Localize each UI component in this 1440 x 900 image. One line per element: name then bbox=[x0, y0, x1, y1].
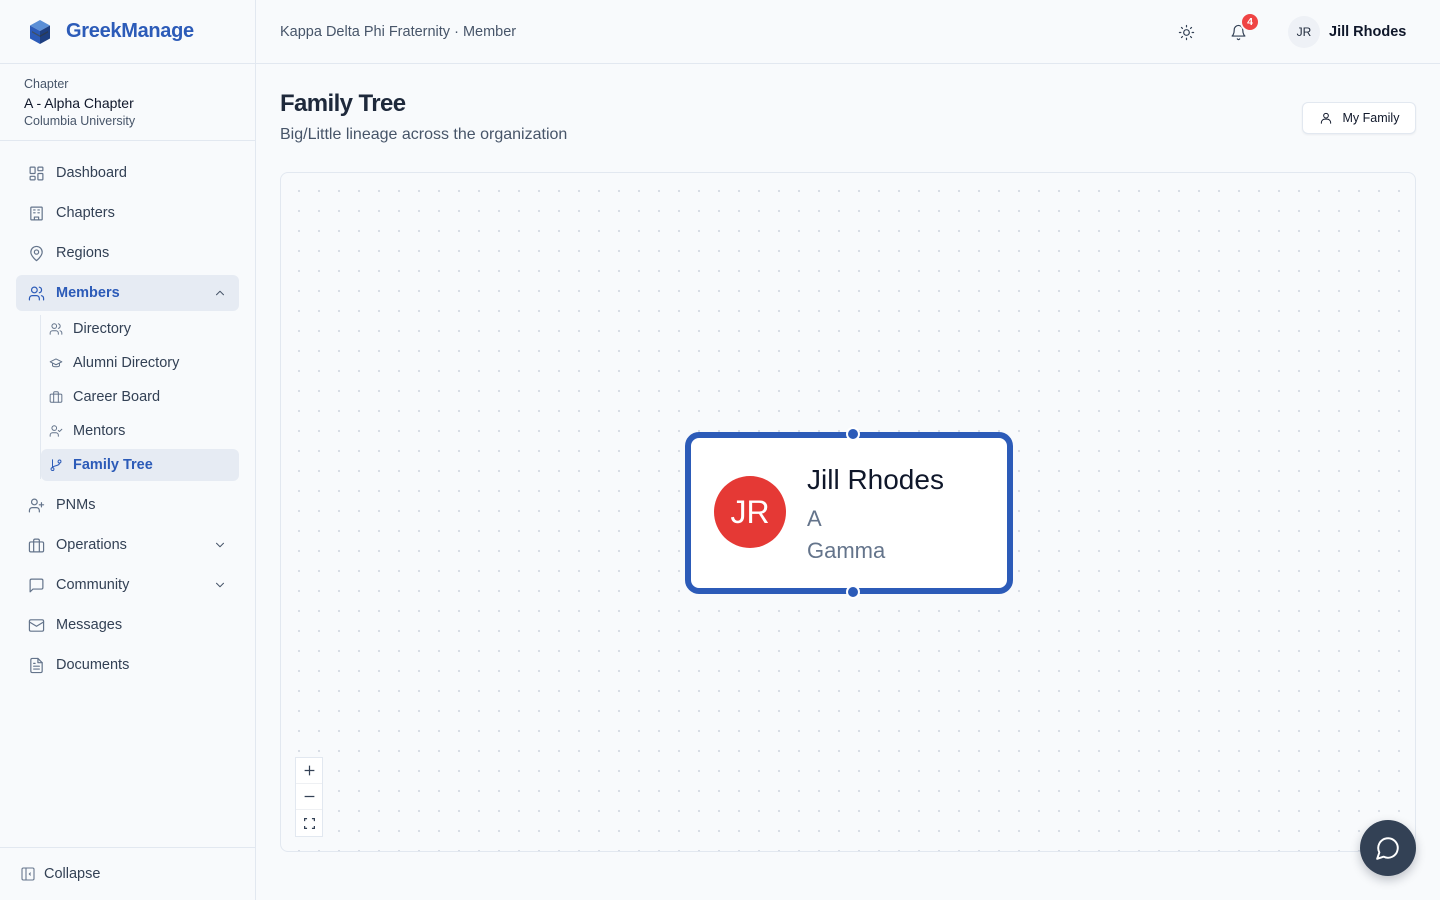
panel-collapse-icon bbox=[21, 867, 35, 881]
node-class: Gamma bbox=[807, 538, 886, 563]
node-avatar: JR bbox=[714, 476, 786, 548]
sidebar-item-label: PNMs bbox=[56, 497, 96, 513]
file-text-icon bbox=[27, 656, 45, 674]
sidebar-item-documents[interactable]: Documents bbox=[16, 647, 239, 683]
node-top-handle[interactable] bbox=[846, 427, 860, 441]
sidebar: GreekManage Chapter A - Alpha Chapter Co… bbox=[0, 0, 256, 900]
users-icon bbox=[27, 284, 45, 302]
fit-view-icon bbox=[303, 817, 315, 829]
graduation-cap-icon bbox=[49, 355, 65, 371]
sidebar-item-regions[interactable]: Regions bbox=[16, 235, 239, 271]
sidebar-item-label: Regions bbox=[56, 245, 110, 261]
node-name: Jill Rhodes bbox=[807, 464, 944, 495]
page-title: Family Tree bbox=[280, 90, 406, 117]
building-icon bbox=[27, 204, 45, 222]
sun-icon bbox=[1178, 24, 1194, 40]
sidebar-item-dashboard[interactable]: Dashboard bbox=[16, 155, 239, 191]
user-plus-icon bbox=[27, 496, 45, 514]
sidebar-nav: Dashboard Chapters Regions Members Direc… bbox=[16, 155, 239, 687]
collapse-label: Collapse bbox=[44, 866, 101, 882]
zoom-in-button[interactable] bbox=[296, 758, 322, 784]
chapter-school: Columbia University bbox=[24, 114, 136, 128]
minus-icon bbox=[304, 795, 314, 798]
sidebar-item-label: Documents bbox=[56, 657, 130, 673]
breadcrumb: Kappa Delta Phi Fraternity · Member bbox=[280, 23, 517, 40]
users-icon bbox=[49, 321, 65, 337]
sidebar-subitem-family-tree[interactable]: Family Tree bbox=[41, 449, 239, 481]
collapse-sidebar-button[interactable]: Collapse bbox=[0, 847, 255, 900]
members-subnav: Directory Alumni Directory Career Board … bbox=[40, 313, 239, 481]
zoom-out-button[interactable] bbox=[296, 784, 322, 810]
sidebar-item-messages[interactable]: Messages bbox=[16, 607, 239, 643]
dashboard-grid-icon bbox=[27, 164, 45, 182]
chevron-up-icon bbox=[213, 286, 227, 300]
chapter-selector[interactable]: Chapter A - Alpha Chapter Columbia Unive… bbox=[0, 64, 255, 141]
user-check-icon bbox=[49, 423, 65, 439]
briefcase-icon bbox=[27, 536, 45, 554]
map-pin-icon bbox=[27, 244, 45, 262]
cube-logo-icon bbox=[28, 19, 52, 45]
my-family-label: My Family bbox=[1342, 111, 1400, 125]
sidebar-item-label: Messages bbox=[56, 617, 123, 633]
chevron-down-icon bbox=[213, 578, 227, 592]
sidebar-item-operations[interactable]: Operations bbox=[16, 527, 239, 563]
sidebar-subitem-label: Family Tree bbox=[73, 457, 153, 473]
my-family-button[interactable]: My Family bbox=[1302, 102, 1416, 134]
chapter-name: A - Alpha Chapter bbox=[24, 95, 134, 111]
chat-bubble-icon bbox=[1376, 837, 1399, 860]
sidebar-item-members[interactable]: Members bbox=[16, 275, 239, 311]
sidebar-item-chapters[interactable]: Chapters bbox=[16, 195, 239, 231]
sidebar-subitem-mentors[interactable]: Mentors bbox=[41, 415, 239, 447]
user-icon bbox=[1320, 112, 1331, 124]
sidebar-item-label: Operations bbox=[56, 537, 127, 553]
tree-node-member[interactable]: JR Jill Rhodes A Gamma bbox=[685, 427, 1013, 599]
sidebar-subitem-directory[interactable]: Directory bbox=[41, 313, 239, 345]
sidebar-item-label: Dashboard bbox=[56, 165, 127, 181]
user-menu[interactable]: JR Jill Rhodes bbox=[1288, 16, 1406, 48]
brand-name: GreekManage bbox=[66, 20, 194, 42]
sidebar-subitem-career-board[interactable]: Career Board bbox=[41, 381, 239, 413]
chat-button[interactable] bbox=[1360, 820, 1416, 876]
sidebar-item-label: Chapters bbox=[56, 205, 115, 221]
chevron-down-icon bbox=[213, 538, 227, 552]
top-bar: Kappa Delta Phi Fraternity · Member 4 JR… bbox=[256, 0, 1440, 64]
mail-icon bbox=[27, 616, 45, 634]
chapter-caption: Chapter bbox=[24, 77, 69, 91]
briefcase-icon bbox=[49, 389, 65, 405]
git-branch-icon bbox=[49, 457, 65, 473]
sidebar-item-community[interactable]: Community bbox=[16, 567, 239, 603]
page-subtitle: Big/Little lineage across the organizati… bbox=[280, 126, 568, 143]
plus-icon bbox=[304, 765, 314, 776]
sidebar-subitem-label: Mentors bbox=[73, 423, 126, 439]
user-name: Jill Rhodes bbox=[1329, 24, 1407, 40]
notifications-button[interactable]: 4 bbox=[1224, 12, 1260, 46]
sidebar-subitem-label: Alumni Directory bbox=[73, 355, 180, 371]
brand[interactable]: GreekManage bbox=[0, 0, 255, 64]
sidebar-subitem-label: Directory bbox=[73, 321, 132, 337]
message-square-icon bbox=[27, 576, 45, 594]
theme-toggle-button[interactable] bbox=[1172, 18, 1200, 46]
sidebar-subitem-label: Career Board bbox=[73, 389, 161, 405]
avatar: JR bbox=[1288, 16, 1320, 48]
sidebar-subitem-alumni-directory[interactable]: Alumni Directory bbox=[41, 347, 239, 379]
notification-count-badge: 4 bbox=[1240, 12, 1260, 32]
sidebar-item-label: Members bbox=[56, 285, 120, 301]
node-chapter: A bbox=[807, 506, 822, 531]
sidebar-item-label: Community bbox=[56, 577, 130, 593]
node-bottom-handle[interactable] bbox=[846, 585, 860, 599]
sidebar-item-pnms[interactable]: PNMs bbox=[16, 487, 239, 523]
zoom-controls bbox=[295, 757, 323, 837]
family-tree-canvas[interactable]: JR Jill Rhodes A Gamma bbox=[280, 172, 1416, 852]
fit-view-button[interactable] bbox=[296, 810, 322, 836]
